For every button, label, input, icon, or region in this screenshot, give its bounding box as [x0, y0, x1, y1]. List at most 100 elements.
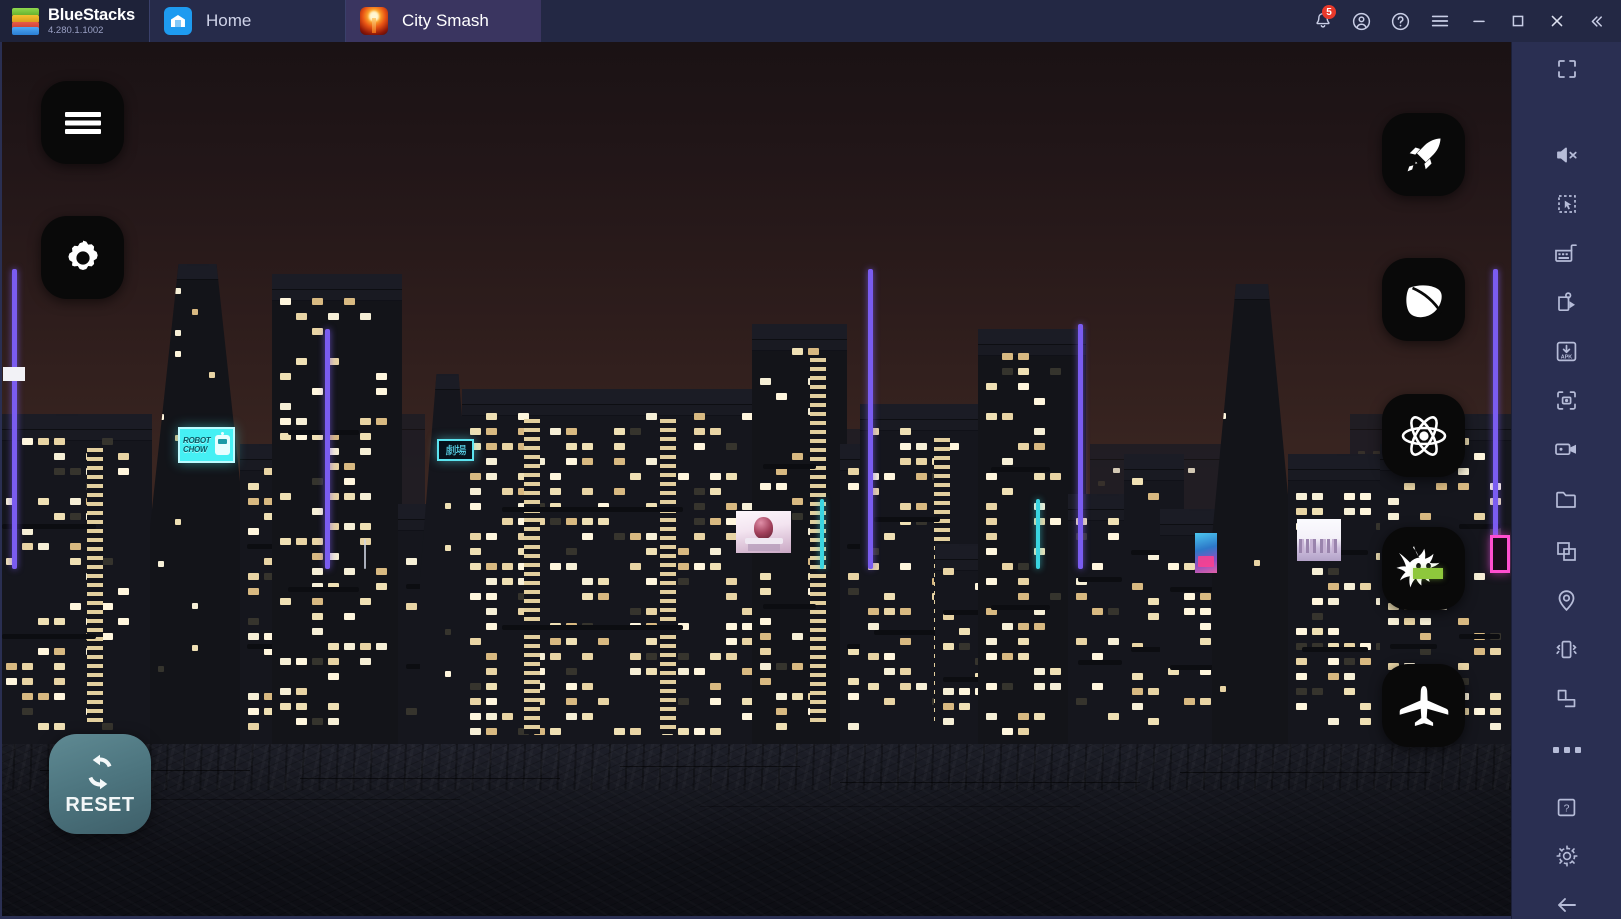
billboard-anime-poster: [1195, 533, 1217, 573]
shake-phone-icon: [1556, 640, 1577, 658]
fullscreen-icon: [1557, 60, 1576, 78]
reset-button[interactable]: RESET: [49, 734, 151, 834]
neon-strip: [325, 329, 330, 569]
tab-home-label: Home: [205, 11, 252, 30]
billboard-city-poster: [1297, 519, 1341, 561]
game-menu-button[interactable]: [41, 81, 124, 164]
neon-strip: [12, 269, 17, 569]
keymapping-button[interactable]: [1541, 232, 1593, 274]
neon-strip: [868, 269, 873, 569]
titlebar-controls: 5: [1303, 0, 1621, 42]
title-bar: BlueStacks 4.280.1.1002 Home City Smash …: [0, 0, 1621, 42]
settings-button[interactable]: [1541, 835, 1593, 877]
airplane-icon: [1399, 685, 1448, 726]
multi-select-button[interactable]: [1541, 183, 1593, 225]
video-camera-icon: [1555, 443, 1576, 456]
macro-recorder-button[interactable]: [1541, 281, 1593, 323]
brand-version: 4.280.1.1002: [48, 24, 104, 36]
back-button[interactable]: [1541, 884, 1593, 919]
billboard-robot-chow: ROBOT CHOW: [178, 427, 235, 463]
building: [150, 264, 245, 744]
billboard-pink-poster: [736, 511, 791, 553]
hamburger-menu-icon: [64, 111, 101, 134]
titlebar-spacer: [541, 0, 1303, 42]
billboard-magenta-frame: [1490, 535, 1510, 573]
shake-button[interactable]: [1541, 628, 1593, 670]
city-skyline: [0, 224, 1511, 744]
billboard-white-small: [3, 367, 25, 381]
gear-icon: [1555, 845, 1578, 867]
neon-strip: [1493, 269, 1498, 569]
missile-tool-button[interactable]: [1382, 113, 1465, 196]
multi-instance-button[interactable]: [1541, 530, 1593, 572]
home-icon: [163, 7, 192, 35]
close-button[interactable]: [1537, 0, 1576, 42]
camera-icon: [1557, 390, 1576, 410]
minimize-button[interactable]: [1459, 0, 1498, 42]
viewport-left-edge: [0, 42, 2, 919]
tab-home[interactable]: Home: [148, 0, 345, 42]
atom-icon: [1401, 415, 1446, 456]
ellipsis-icon: [1552, 747, 1581, 753]
game-viewport[interactable]: RESET ROBOT CHOW 劇場: [0, 42, 1511, 919]
svg-text:APK: APK: [1561, 354, 1572, 360]
rotate-screen-icon: [1557, 689, 1576, 707]
tornado-tool-button[interactable]: [1382, 258, 1465, 341]
nuke-tool-button[interactable]: [1382, 394, 1465, 477]
tab-city-smash-label: City Smash: [401, 11, 489, 30]
building: [1212, 284, 1292, 744]
question-box-icon: ?: [1557, 798, 1576, 816]
help-button[interactable]: [1381, 0, 1420, 42]
keyboard-icon: [1555, 244, 1577, 262]
bluestacks-sidebar: APK ?: [1511, 42, 1621, 919]
notifications-button[interactable]: 5: [1303, 0, 1342, 42]
notification-badge: 5: [1322, 5, 1336, 19]
airplane-tool-button[interactable]: [1382, 664, 1465, 747]
neon-strip: [364, 539, 366, 569]
brand-block: BlueStacks 4.280.1.1002: [0, 0, 149, 42]
collapse-sidebar-button[interactable]: [1576, 0, 1615, 42]
building: [0, 414, 152, 744]
building: [462, 389, 792, 744]
building: [272, 274, 402, 744]
brand-name: BlueStacks: [48, 6, 135, 24]
game-settings-button[interactable]: [41, 216, 124, 299]
speaker-mute-icon: [1556, 147, 1577, 163]
location-button[interactable]: [1541, 579, 1593, 621]
more-tools-button[interactable]: [1541, 729, 1593, 771]
refresh-arrows-icon: [88, 754, 112, 789]
mute-button[interactable]: [1541, 134, 1593, 176]
account-button[interactable]: [1342, 0, 1381, 42]
svg-text:?: ?: [1564, 802, 1570, 814]
bluestacks-logo-icon: [12, 7, 39, 35]
screenshot-button[interactable]: [1541, 379, 1593, 421]
install-apk-button[interactable]: APK: [1541, 330, 1593, 372]
rocket-icon: [1407, 138, 1440, 171]
leaf-icon: [1405, 284, 1442, 317]
ground-plane: [0, 744, 1511, 919]
neon-strip: [1078, 324, 1083, 569]
bluestacks-window: BlueStacks 4.280.1.1002 Home City Smash …: [0, 0, 1621, 919]
copy-windows-icon: [1557, 541, 1576, 561]
marquee-cursor-icon: [1557, 195, 1576, 213]
billboard-green-strip: [1413, 568, 1443, 579]
rotate-button[interactable]: [1541, 677, 1593, 719]
map-pin-icon: [1558, 589, 1575, 611]
record-screen-button[interactable]: [1541, 428, 1593, 470]
macro-play-icon: [1558, 291, 1575, 311]
folder-icon: [1556, 491, 1576, 508]
city-smash-app-icon: [359, 7, 388, 35]
neon-strip: [820, 499, 824, 569]
fullscreen-button[interactable]: [1541, 48, 1593, 90]
gear-icon: [67, 240, 98, 270]
sidebar-help-button[interactable]: ?: [1541, 786, 1593, 828]
maximize-button[interactable]: [1498, 0, 1537, 42]
apk-download-icon: APK: [1556, 341, 1577, 361]
reset-label: RESET: [65, 793, 135, 816]
billboard-kanji: 劇場: [437, 439, 474, 461]
neon-strip: [1036, 499, 1040, 569]
menu-button[interactable]: [1420, 0, 1459, 42]
arrow-left-icon: [1557, 898, 1576, 912]
tab-city-smash[interactable]: City Smash: [344, 0, 541, 42]
media-manager-button[interactable]: [1541, 478, 1593, 520]
